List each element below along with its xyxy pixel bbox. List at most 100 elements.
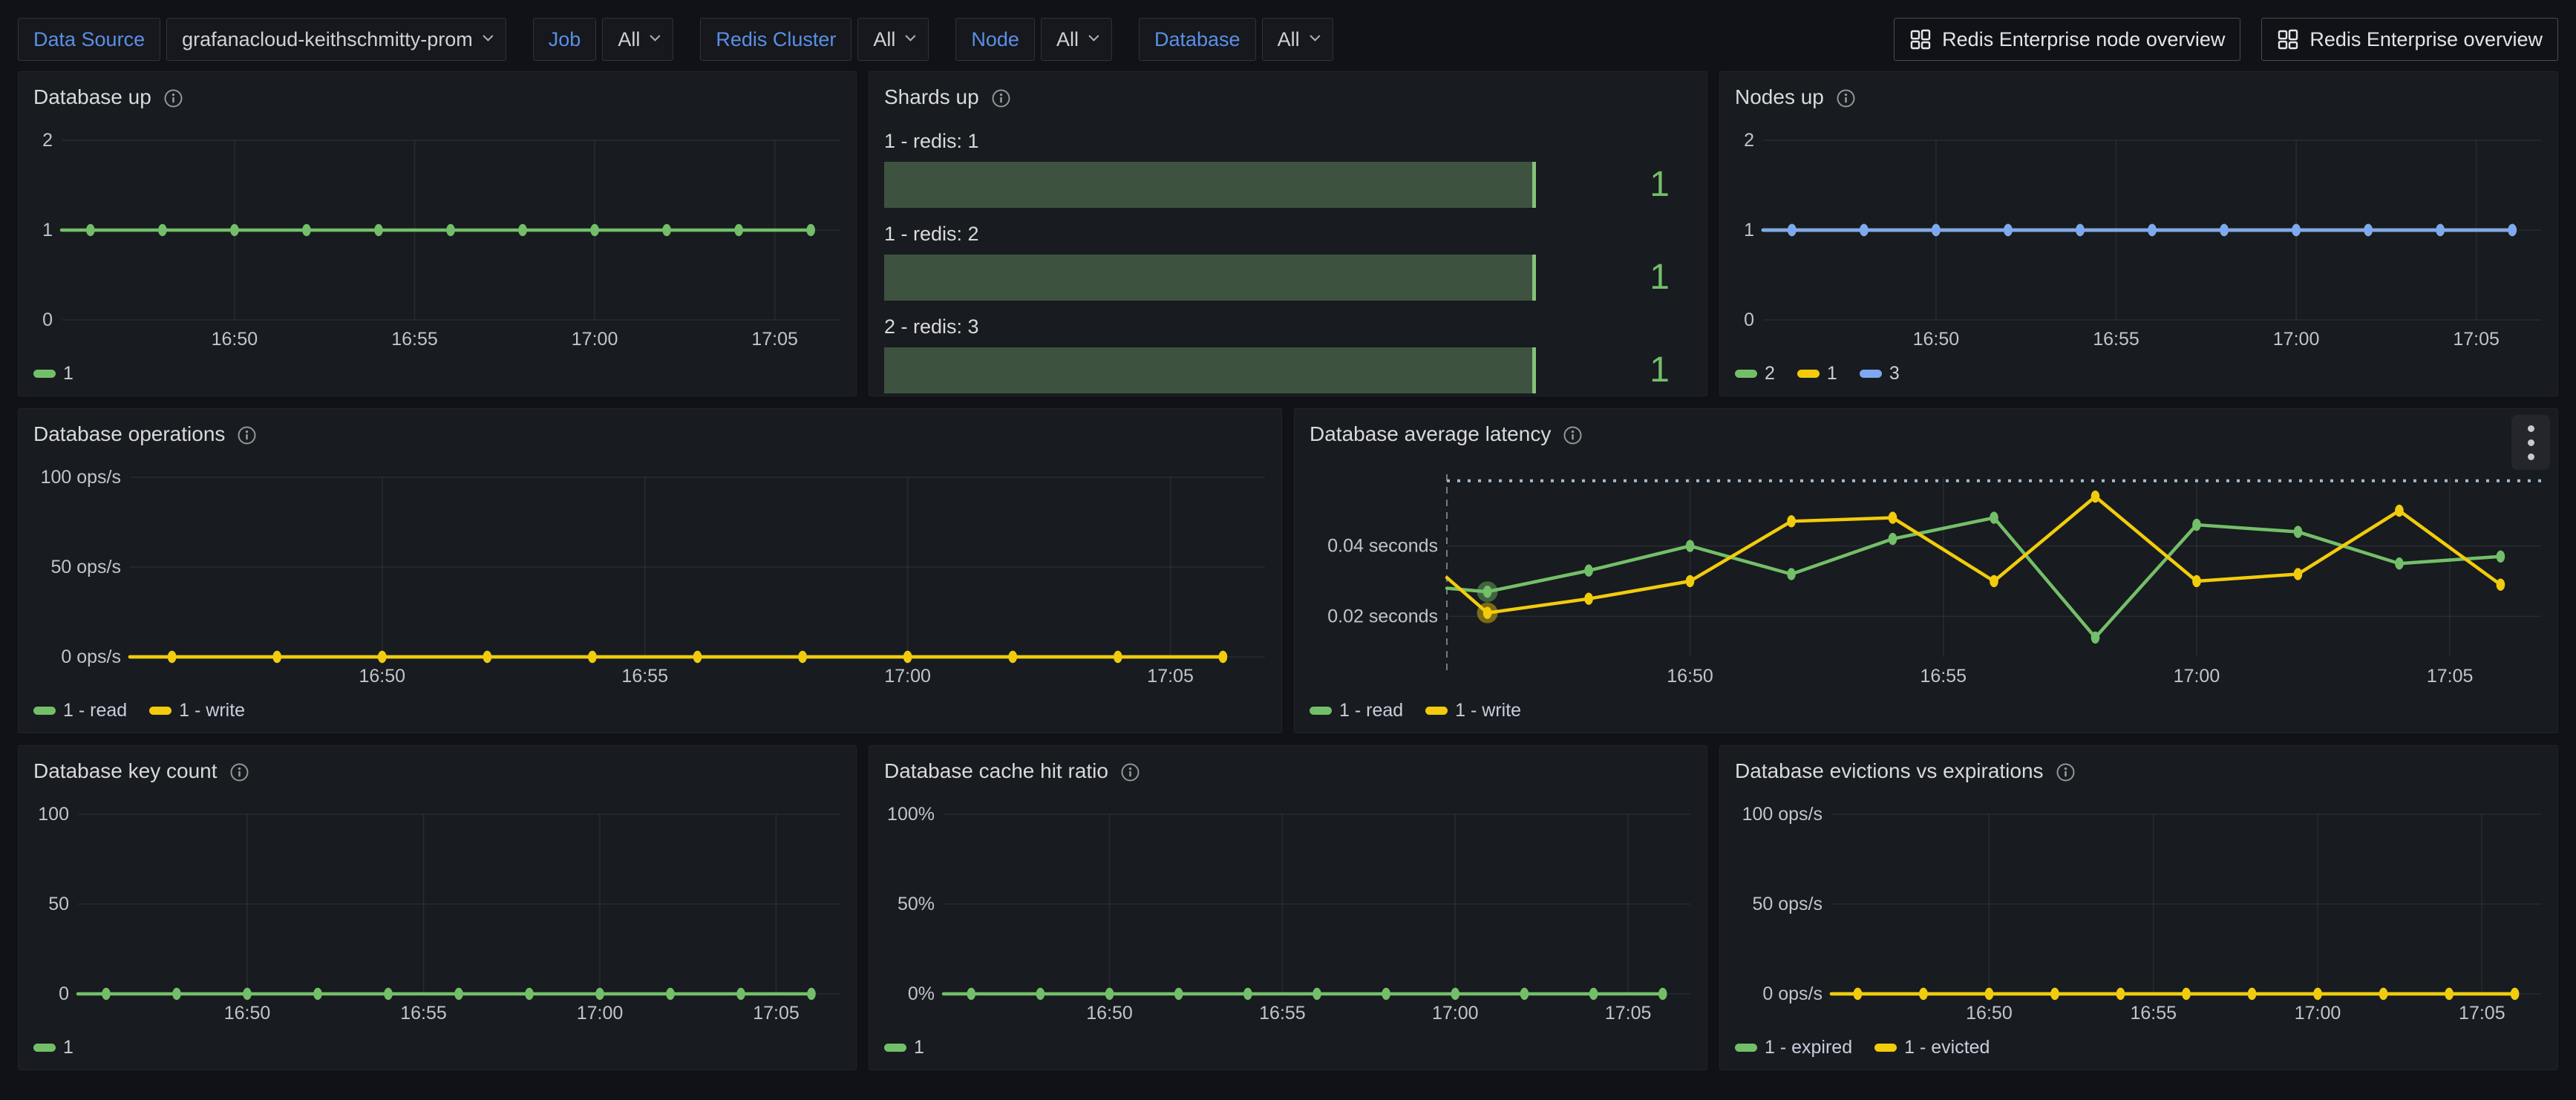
- svg-text:1: 1: [1744, 220, 1754, 240]
- chart-legend: 1 - read 1 - write: [1295, 693, 2557, 721]
- node-overview-link-text: Redis Enterprise node overview: [1942, 28, 2225, 51]
- bar-gauge-value: 1: [1536, 255, 1692, 301]
- info-icon[interactable]: [1563, 425, 1583, 445]
- enterprise-overview-link[interactable]: Redis Enterprise overview: [2261, 18, 2558, 61]
- time-series-chart[interactable]: 16:5016:5517:0017:050 ops/s50 ops/s100 o…: [1720, 785, 2557, 1029]
- time-series-chart[interactable]: 16:5016:5517:0017:050 ops/s50 ops/s100 o…: [19, 448, 1281, 693]
- data-source-select[interactable]: grafanacloud-keithschmitty-prom: [166, 18, 506, 61]
- time-series-chart[interactable]: 16:5016:5517:0017:050.02 seconds0.04 sec…: [1295, 448, 2557, 693]
- panel-title[interactable]: Shards up: [884, 85, 979, 109]
- legend-item[interactable]: 3: [1860, 363, 1900, 384]
- legend-item[interactable]: 1: [884, 1037, 924, 1058]
- info-icon[interactable]: [1120, 762, 1140, 782]
- bar-gauge-row-label: 1 - redis: 1: [884, 130, 1692, 153]
- info-icon[interactable]: [237, 425, 257, 445]
- panel-title[interactable]: Nodes up: [1735, 85, 1824, 109]
- job-label: Job: [533, 18, 597, 61]
- legend-swatch: [33, 707, 56, 715]
- variable-data-source: Data Source grafanacloud-keithschmitty-p…: [18, 18, 506, 61]
- svg-text:16:55: 16:55: [400, 1003, 447, 1024]
- chart-legend: 2 1 3: [1720, 356, 2557, 384]
- variable-job: Job All: [533, 18, 674, 61]
- info-icon[interactable]: [2056, 762, 2076, 782]
- panel-title[interactable]: Database average latency: [1310, 422, 1551, 446]
- svg-text:50 ops/s: 50 ops/s: [50, 557, 121, 577]
- svg-text:17:00: 17:00: [884, 666, 931, 687]
- svg-text:17:00: 17:00: [2295, 1003, 2341, 1024]
- svg-text:17:05: 17:05: [1147, 666, 1194, 687]
- time-series-chart[interactable]: 16:5016:5517:0017:05012: [1720, 111, 2557, 356]
- chevron-down-icon: [483, 31, 493, 42]
- svg-text:16:55: 16:55: [1920, 666, 1967, 687]
- legend-label: 1 - write: [179, 700, 245, 721]
- bar-gauge-bar: [884, 255, 1536, 301]
- job-select[interactable]: All: [602, 18, 673, 61]
- legend-item[interactable]: 1: [1797, 363, 1837, 384]
- job-label-text: Job: [549, 28, 581, 51]
- legend-item[interactable]: 1 - read: [33, 700, 127, 721]
- legend-item[interactable]: 1 - expired: [1735, 1037, 1852, 1058]
- legend-label: 1: [63, 1037, 73, 1058]
- info-icon[interactable]: [229, 762, 249, 782]
- redis-cluster-select[interactable]: All: [857, 18, 929, 61]
- node-overview-link[interactable]: Redis Enterprise node overview: [1894, 18, 2240, 61]
- panel-title[interactable]: Database evictions vs expirations: [1735, 759, 2044, 783]
- svg-text:17:05: 17:05: [753, 1003, 800, 1024]
- panel-title[interactable]: Database operations: [33, 422, 225, 446]
- legend-item[interactable]: 1 - write: [1425, 700, 1521, 721]
- node-value: All: [1056, 28, 1079, 51]
- redis-cluster-label-text: Redis Cluster: [716, 28, 836, 51]
- legend-label: 1 - read: [1339, 700, 1403, 721]
- database-label: Database: [1139, 18, 1256, 61]
- info-icon[interactable]: [163, 88, 183, 108]
- chart-legend: 1: [19, 1029, 856, 1058]
- svg-text:0 ops/s: 0 ops/s: [61, 646, 121, 667]
- svg-text:17:05: 17:05: [2453, 329, 2500, 350]
- svg-text:0: 0: [1744, 310, 1754, 330]
- legend-swatch: [149, 707, 171, 715]
- variable-database: Database All: [1139, 18, 1333, 61]
- legend-item[interactable]: 1 - write: [149, 700, 245, 721]
- svg-text:17:05: 17:05: [751, 329, 798, 350]
- legend-item[interactable]: 1 - read: [1310, 700, 1403, 721]
- chevron-down-icon: [1088, 31, 1099, 42]
- variable-redis-cluster: Redis Cluster All: [700, 18, 929, 61]
- panel-title[interactable]: Database up: [33, 85, 151, 109]
- svg-text:50 ops/s: 50 ops/s: [1752, 894, 1823, 914]
- panel-title[interactable]: Database key count: [33, 759, 218, 783]
- legend-item[interactable]: 1 - evicted: [1874, 1037, 1990, 1058]
- bar-gauge: 1 - redis: 111 - redis: 212 - redis: 31: [869, 111, 1707, 393]
- variable-node: Node All: [955, 18, 1112, 61]
- svg-text:16:50: 16:50: [1913, 329, 1960, 350]
- info-icon[interactable]: [991, 88, 1011, 108]
- database-select[interactable]: All: [1262, 18, 1333, 61]
- bar-gauge-row: 1: [884, 255, 1692, 301]
- chart-legend: 1 - expired 1 - evicted: [1720, 1029, 2557, 1058]
- panel-database-operations: Database operations 16:50 16:55 17:00 17:05…: [18, 408, 1282, 733]
- dashboard-controls: Data Source grafanacloud-keithschmitty-p…: [0, 0, 2576, 71]
- dashboard-links: Redis Enterprise node overview Redis Ent…: [1894, 18, 2558, 61]
- svg-text:16:50: 16:50: [359, 666, 405, 687]
- legend-label: 1 - evicted: [1904, 1037, 1990, 1058]
- legend-label: 1: [1827, 363, 1837, 384]
- legend-item[interactable]: 1: [33, 363, 73, 384]
- chart-legend: 1 - read 1 - write: [19, 693, 1281, 721]
- node-select[interactable]: All: [1041, 18, 1112, 61]
- panel-title[interactable]: Database cache hit ratio: [884, 759, 1108, 783]
- time-series-chart[interactable]: 16:5016:5517:0017:05012: [19, 111, 856, 356]
- svg-text:16:55: 16:55: [621, 666, 668, 687]
- legend-label: 1 - write: [1455, 700, 1521, 721]
- legend-item[interactable]: 1: [33, 1037, 73, 1058]
- legend-label: 3: [1889, 363, 1900, 384]
- info-icon[interactable]: [1836, 88, 1856, 108]
- legend-label: 2: [1765, 363, 1775, 384]
- dashboard-grid: Database up 16:5016:5517:0017:05012 1 Sh…: [0, 71, 2576, 1070]
- panel-database-up: Database up 16:5016:5517:0017:05012 1: [18, 71, 857, 396]
- chart-legend: 1: [19, 356, 856, 384]
- time-series-chart[interactable]: 16:5016:5517:0017:05050100: [19, 785, 856, 1029]
- svg-text:0.04 seconds: 0.04 seconds: [1327, 536, 1438, 557]
- legend-item[interactable]: 2: [1735, 363, 1775, 384]
- time-series-chart[interactable]: 16:5016:5517:0017:050%50%100%: [869, 785, 1707, 1029]
- legend-label: 1 - read: [63, 700, 127, 721]
- node-label-text: Node: [971, 28, 1019, 51]
